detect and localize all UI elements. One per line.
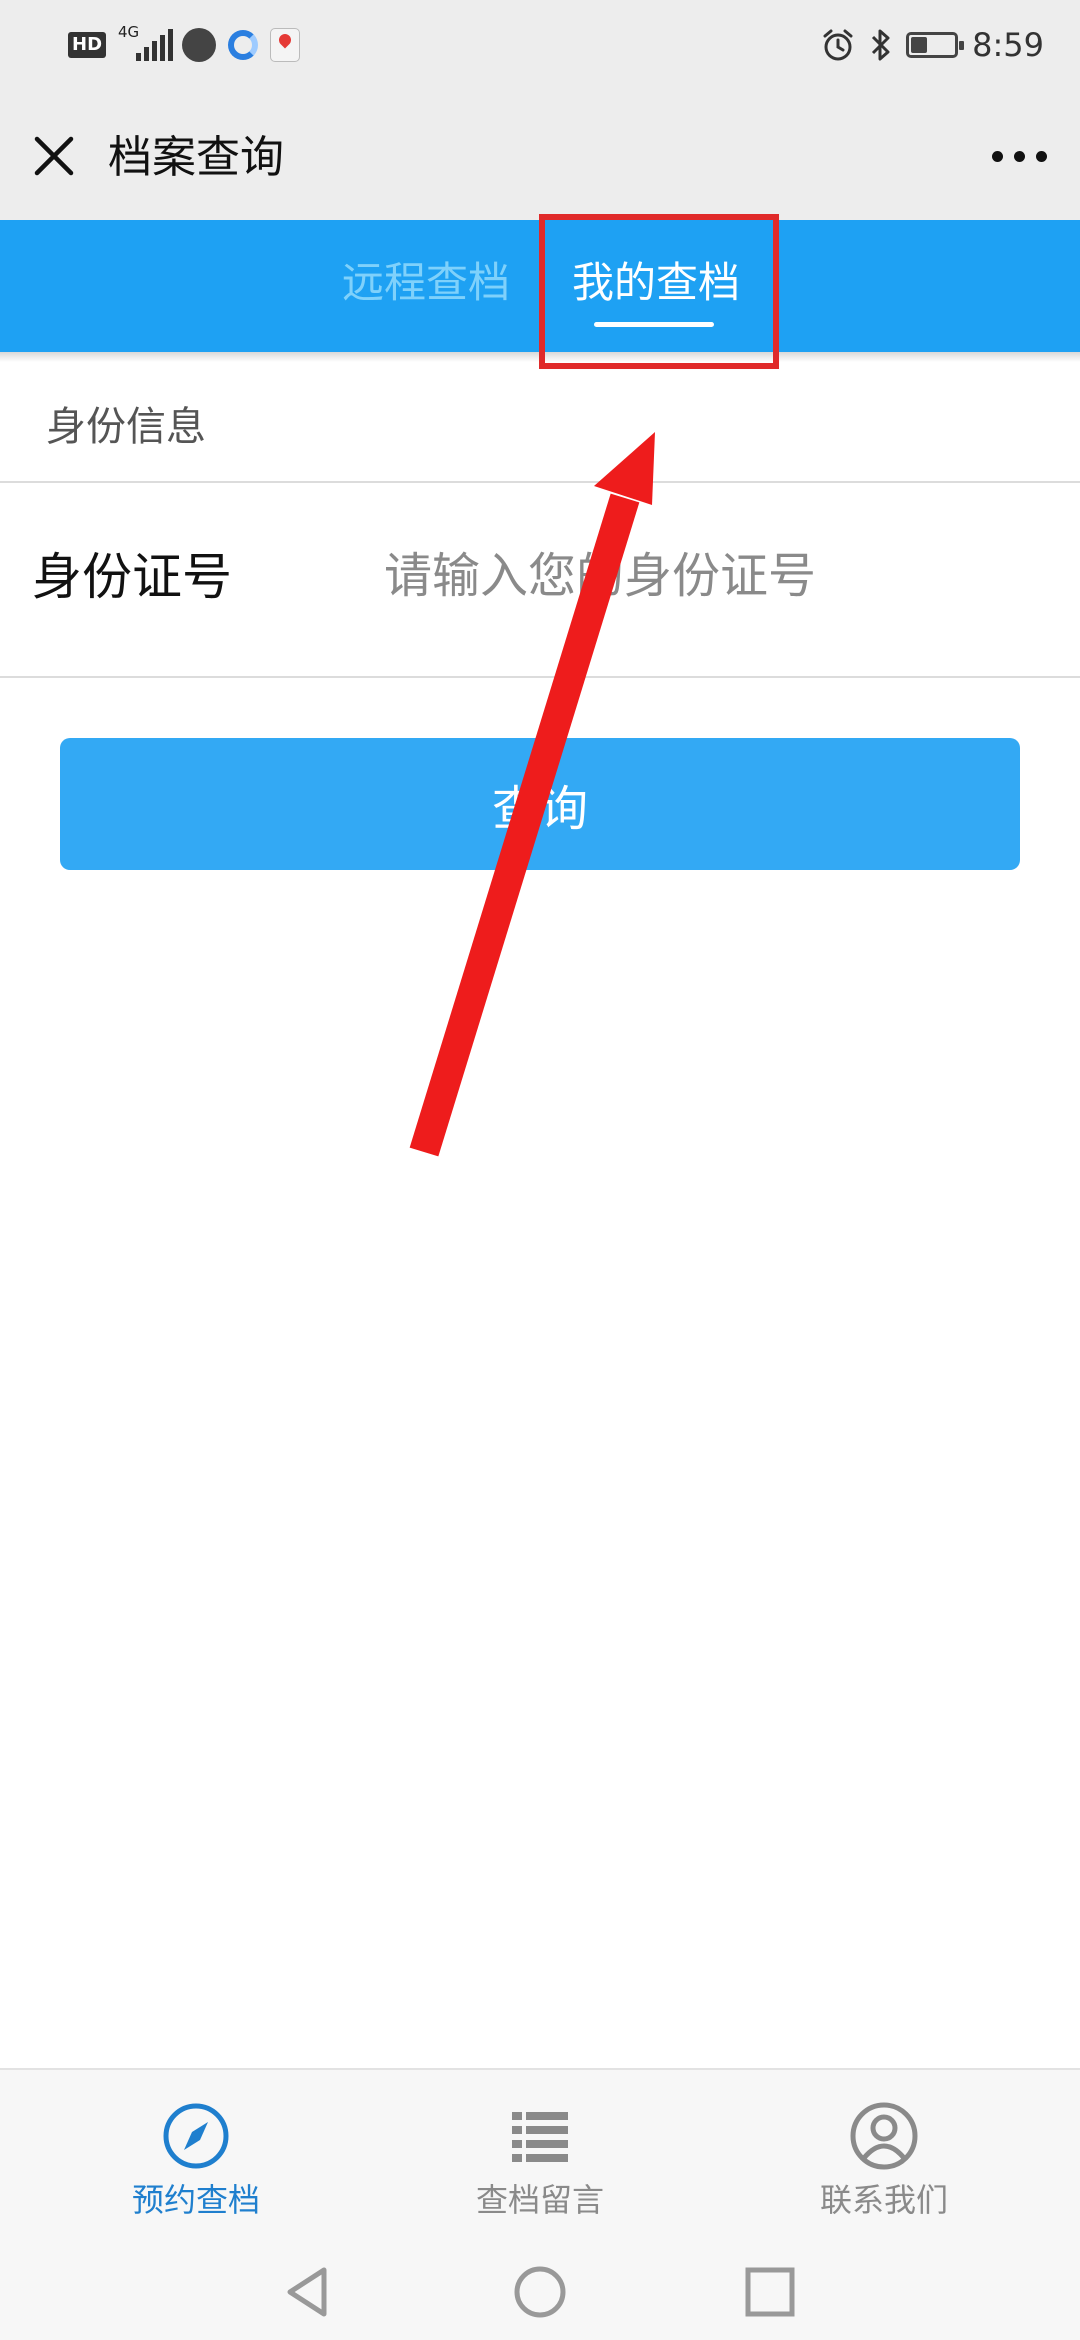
status-left-group: HD 4G — [68, 22, 301, 68]
map-pin-app-icon — [270, 28, 301, 62]
globe-icon — [182, 28, 217, 62]
nav-label-contact: 联系我们 — [819, 2181, 948, 2219]
nav-label-messages: 查档留言 — [475, 2181, 604, 2219]
page-title: 档案查询 — [108, 132, 284, 183]
nav-item-appointment[interactable]: 预约查档 — [76, 2100, 316, 2230]
status-time: 8:59 — [972, 26, 1044, 64]
more-icon-dot — [1013, 150, 1025, 162]
app-screen: HD 4G 8:59 档案查询 远程查档 我的查档 身份信息 身份证号 请输入您… — [0, 0, 1080, 2340]
id-number-input[interactable] — [384, 536, 1044, 616]
recents-button[interactable] — [738, 2260, 802, 2324]
more-icon — [991, 150, 1003, 162]
back-icon — [287, 2267, 327, 2317]
more-button[interactable] — [982, 126, 1056, 186]
title-bar: 档案查询 — [0, 90, 1080, 220]
signal-icon: 4G — [118, 25, 174, 65]
bottom-nav: 预约查档 查档留言 联系我们 — [0, 2068, 1080, 2244]
system-nav-bar — [0, 2244, 1080, 2340]
tab-remote-query[interactable]: 远程查档 — [342, 254, 510, 312]
user-icon — [850, 2102, 918, 2170]
field-divider — [0, 676, 1080, 678]
query-button[interactable]: 查询 — [60, 738, 1020, 870]
close-icon — [34, 136, 74, 176]
recents-icon — [745, 2267, 795, 2317]
nav-label-appointment: 预约查档 — [131, 2181, 260, 2219]
nav-item-contact[interactable]: 联系我们 — [764, 2100, 1004, 2230]
battery-level — [911, 37, 928, 53]
back-button[interactable] — [276, 2260, 340, 2324]
compass-icon — [163, 2103, 229, 2169]
section-divider — [0, 481, 1080, 483]
list-icon — [512, 2112, 568, 2162]
ring-app-icon — [228, 30, 259, 60]
hd-badge: HD — [68, 32, 107, 58]
status-bar: HD 4G 8:59 — [0, 0, 1080, 90]
section-title: 身份信息 — [46, 404, 206, 450]
close-button[interactable] — [24, 126, 84, 186]
nav-item-messages[interactable]: 查档留言 — [420, 2100, 660, 2230]
home-icon — [514, 2266, 566, 2318]
alarm-icon — [823, 29, 853, 61]
bluetooth-icon — [872, 29, 890, 61]
more-icon-dot — [1035, 150, 1047, 162]
id-number-label: 身份证号 — [32, 548, 232, 606]
annotation-highlight-box — [539, 214, 779, 369]
home-button[interactable] — [508, 2260, 572, 2324]
battery-icon — [906, 32, 965, 58]
status-right-group: 8:59 — [820, 22, 1044, 68]
